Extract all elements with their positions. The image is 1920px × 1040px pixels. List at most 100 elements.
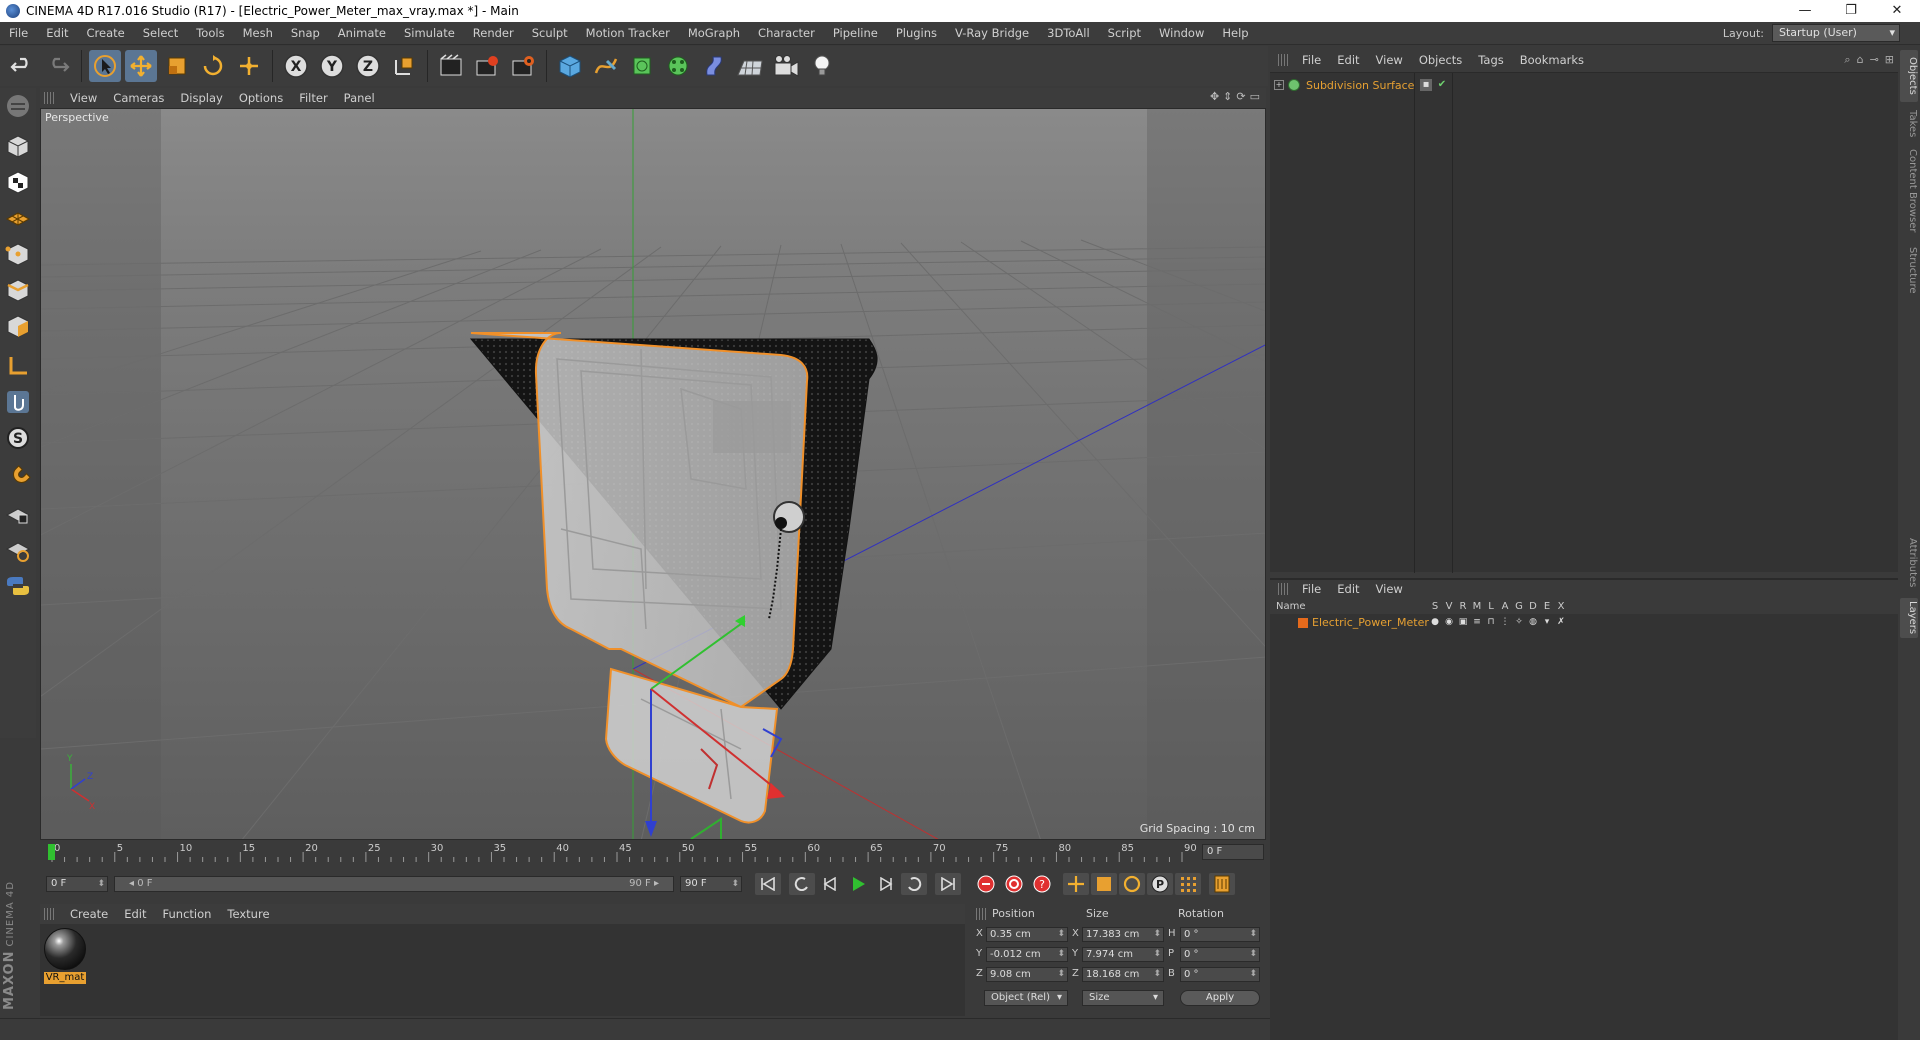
viewport-menu-options[interactable]: Options <box>231 91 291 105</box>
material-manager[interactable]: VR_mat <box>40 924 965 1016</box>
polygons-mode-icon[interactable] <box>2 310 34 342</box>
light-icon[interactable] <box>806 50 838 82</box>
3d-viewport[interactable]: Y X Z Perspective Grid Spacing : 10 cm <box>40 108 1266 840</box>
start-frame-field[interactable]: 0 F <box>46 876 108 892</box>
coordinate-system-icon[interactable] <box>388 50 420 82</box>
transform-tool-icon[interactable] <box>233 50 265 82</box>
tab-layers[interactable]: Layers <box>1900 598 1918 638</box>
subdivision-surface-icon[interactable] <box>626 50 658 82</box>
previous-key-icon[interactable] <box>789 873 815 895</box>
panel-grip[interactable] <box>976 908 986 920</box>
python-icon[interactable] <box>2 570 34 602</box>
menu-mograph[interactable]: MoGraph <box>679 22 749 45</box>
menu-mesh[interactable]: Mesh <box>234 22 282 45</box>
tweak-mode-icon[interactable] <box>2 386 34 418</box>
end-frame-field[interactable]: 90 F <box>680 876 742 892</box>
animation-icon[interactable]: ⋮ <box>1500 617 1510 627</box>
size-mode-dropdown[interactable]: Size <box>1082 990 1164 1006</box>
viewport-menu-cameras[interactable]: Cameras <box>105 91 172 105</box>
go-to-end-icon[interactable] <box>935 873 961 895</box>
menu-animate[interactable]: Animate <box>329 22 395 45</box>
render-view-icon[interactable] <box>435 50 467 82</box>
manager-icon[interactable]: ≡ <box>1472 617 1482 627</box>
layer-color-swatch[interactable] <box>1298 618 1308 628</box>
viewport-menu-filter[interactable]: Filter <box>291 91 335 105</box>
xref-icon[interactable]: ✗ <box>1556 617 1566 627</box>
panel-grip[interactable] <box>44 92 54 104</box>
previous-frame-icon[interactable] <box>817 873 843 895</box>
new-panel-icon[interactable]: ⊞ <box>1885 53 1894 67</box>
object-row[interactable]: + Subdivision Surface ▪ ✔ <box>1270 77 1898 93</box>
next-frame-icon[interactable] <box>873 873 899 895</box>
layer-menu-edit[interactable]: Edit <box>1329 582 1367 596</box>
layer-list[interactable]: Electric_Power_Meter ● ◉ ▣ ≡ ⊓ ⋮ ✧ ◍ ▾ ✗ <box>1270 614 1898 1040</box>
rotation-p-field[interactable]: 0 ° <box>1180 947 1260 962</box>
size-z-field[interactable]: 18.168 cm <box>1082 967 1164 982</box>
object-list[interactable]: + Subdivision Surface ▪ ✔ <box>1270 72 1898 573</box>
tab-attributes[interactable]: Attributes <box>1900 532 1918 594</box>
menu-script[interactable]: Script <box>1099 22 1150 45</box>
viewport-menu-display[interactable]: Display <box>172 91 230 105</box>
layout-dropdown[interactable]: Startup (User) <box>1772 24 1900 42</box>
enabled-check-icon[interactable]: ✔ <box>1436 79 1448 91</box>
render-settings-icon[interactable] <box>507 50 539 82</box>
object-menu-file[interactable]: File <box>1294 53 1329 67</box>
menu-edit[interactable]: Edit <box>37 22 77 45</box>
scale-tool-icon[interactable] <box>161 50 193 82</box>
next-key-icon[interactable] <box>901 873 927 895</box>
autokey-icon[interactable] <box>1001 873 1027 895</box>
texture-mode-icon[interactable] <box>2 166 34 198</box>
zoom-icon[interactable]: ⇕ <box>1223 90 1232 103</box>
undo-icon[interactable] <box>6 50 38 82</box>
position-z-field[interactable]: 9.08 cm <box>986 967 1068 982</box>
snap-icon[interactable]: S <box>2 422 34 454</box>
link-icon[interactable]: ⊸ <box>1870 53 1879 67</box>
menu-window[interactable]: Window <box>1150 22 1213 45</box>
apply-button[interactable]: Apply <box>1180 990 1260 1006</box>
timeline-ruler[interactable]: 0 5 10 15 20 25 30 35 40 45 50 55 60 65 70 75 80 85 90 <box>48 842 1198 862</box>
solo-dot-icon[interactable]: ● <box>1430 617 1440 627</box>
lock-icon[interactable]: ⊓ <box>1486 617 1496 627</box>
floor-icon[interactable] <box>734 50 766 82</box>
locked-workplane-icon[interactable] <box>2 498 34 530</box>
y-axis-lock-icon[interactable]: Y <box>316 50 348 82</box>
key-position-icon[interactable] <box>1063 873 1089 895</box>
home-icon[interactable]: ⌂ <box>1857 53 1864 67</box>
viewport-menu-view[interactable]: View <box>62 91 105 105</box>
object-name[interactable]: Subdivision Surface <box>1306 79 1414 92</box>
timeline[interactable]: 0 5 10 15 20 25 30 35 40 45 50 55 60 65 70 75 80 85 90 0 F <box>40 842 1266 862</box>
points-mode-icon[interactable] <box>2 238 34 270</box>
position-y-field[interactable]: -0.012 cm <box>986 947 1068 962</box>
menu-pipeline[interactable]: Pipeline <box>824 22 887 45</box>
move-tool-icon[interactable] <box>125 50 157 82</box>
timeline-window-icon[interactable] <box>1209 873 1235 895</box>
layer-menu-view[interactable]: View <box>1368 582 1411 596</box>
cloner-icon[interactable] <box>662 50 694 82</box>
playhead[interactable] <box>48 844 55 860</box>
menu-select[interactable]: Select <box>134 22 187 45</box>
menu-vray-bridge[interactable]: V-Ray Bridge <box>946 22 1038 45</box>
object-menu-edit[interactable]: Edit <box>1329 53 1367 67</box>
size-y-field[interactable]: 7.974 cm <box>1082 947 1164 962</box>
key-parameter-icon[interactable]: P <box>1147 873 1173 895</box>
go-to-start-icon[interactable] <box>755 873 781 895</box>
rotate-tool-icon[interactable] <box>197 50 229 82</box>
tab-objects[interactable]: Objects <box>1900 50 1918 102</box>
rotation-h-field[interactable]: 0 ° <box>1180 927 1260 942</box>
menu-sculpt[interactable]: Sculpt <box>523 22 577 45</box>
object-menu-objects[interactable]: Objects <box>1411 53 1470 67</box>
material-menu-texture[interactable]: Texture <box>219 907 277 921</box>
object-menu-tags[interactable]: Tags <box>1470 53 1511 67</box>
tab-content-browser[interactable]: Content Browser <box>1900 146 1918 236</box>
live-selection-icon[interactable] <box>89 50 121 82</box>
deformer-icon[interactable]: ◍ <box>1528 617 1538 627</box>
redo-icon[interactable] <box>42 50 74 82</box>
menu-help[interactable]: Help <box>1213 22 1257 45</box>
search-icon[interactable]: ⌕ <box>1844 53 1850 67</box>
menu-motion-tracker[interactable]: Motion Tracker <box>577 22 679 45</box>
make-editable-icon[interactable] <box>2 90 34 122</box>
record-keys-icon[interactable] <box>973 873 999 895</box>
planar-workplane-icon[interactable] <box>2 534 34 566</box>
orbit-icon[interactable]: ⟳ <box>1236 90 1245 103</box>
size-x-field[interactable]: 17.383 cm <box>1082 927 1164 942</box>
